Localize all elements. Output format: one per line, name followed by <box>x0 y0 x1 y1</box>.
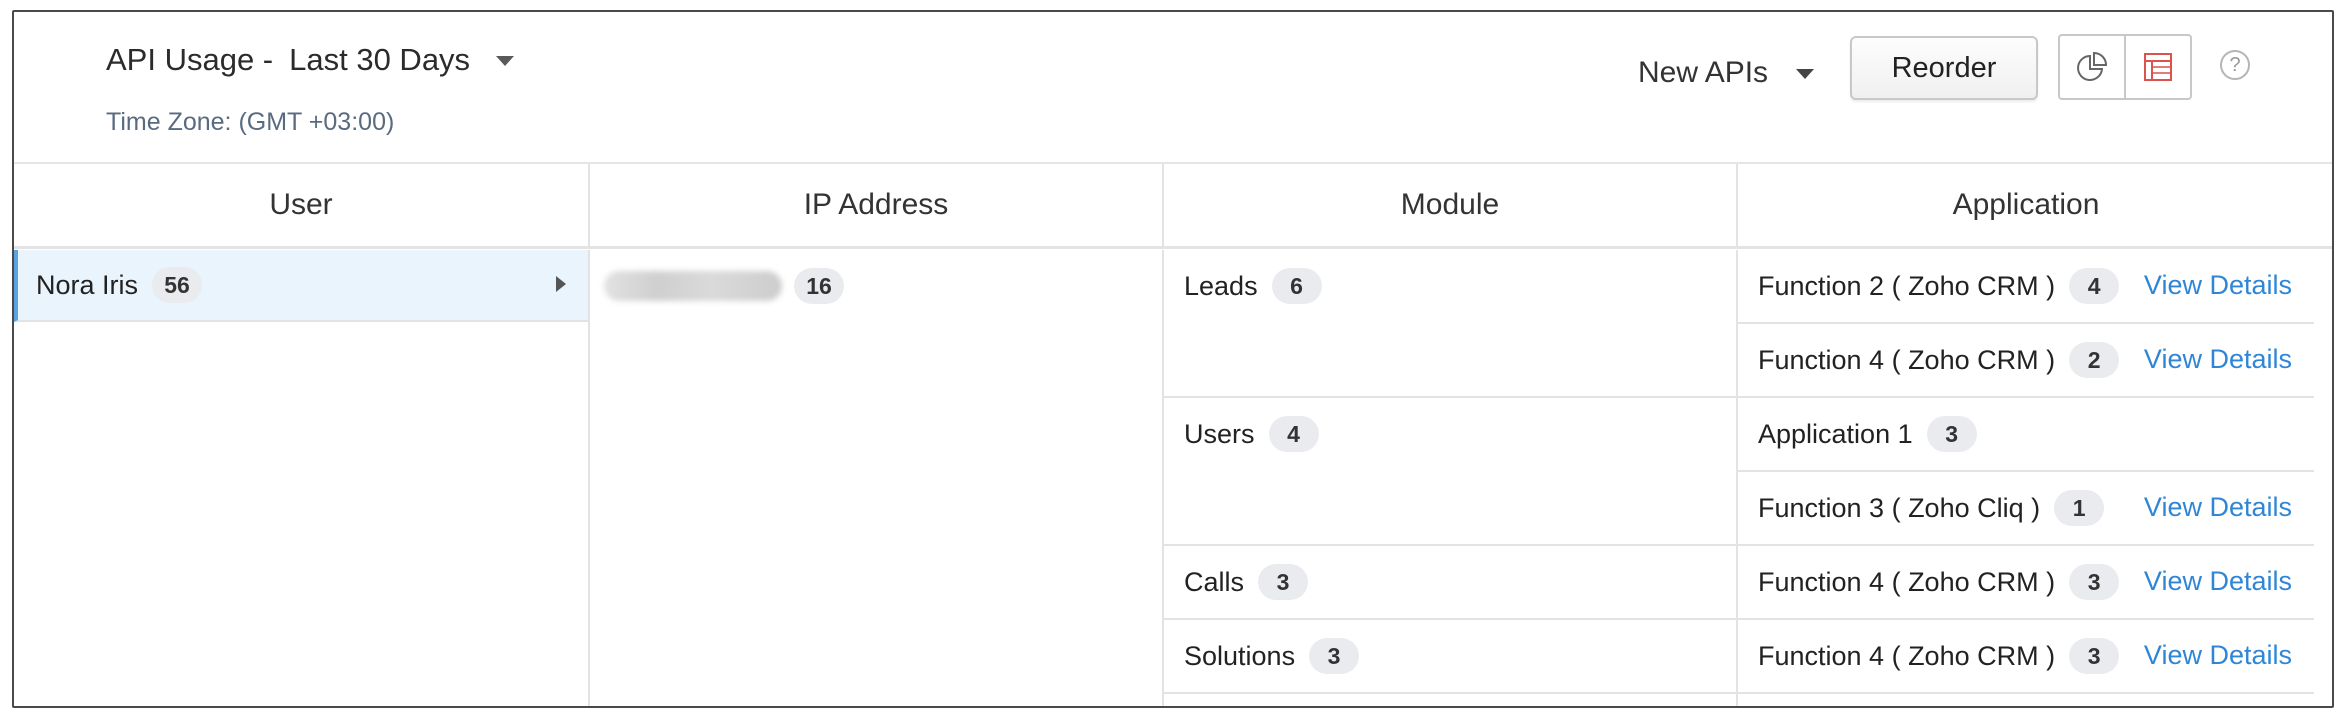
column-header-user: User <box>269 188 333 221</box>
api-filter-label: New APIs <box>1638 56 1769 89</box>
application-count-badge: 3 <box>2069 564 2120 600</box>
application-row: Application 1 3 <box>1738 398 2314 472</box>
table-view-button[interactable] <box>2124 36 2190 98</box>
view-details-link[interactable]: View Details <box>2144 492 2292 523</box>
application-name: Function 4 ( Zoho CRM ) <box>1758 566 2056 597</box>
period-dropdown[interactable]: Last 30 Days <box>289 42 470 78</box>
view-details-link[interactable]: View Details <box>2144 566 2292 597</box>
application-row: Function 4 ( Zoho CRM ) 3 View Details <box>1738 546 2314 620</box>
ip-column: 16 <box>588 250 1162 706</box>
pie-chart-icon <box>2077 51 2108 81</box>
view-details-link[interactable]: View Details <box>2144 270 2292 301</box>
api-usage-panel: API Usage - Last 30 Days Time Zone: (GMT… <box>12 10 2334 708</box>
application-name: Function 4 ( Zoho CRM ) <box>1758 640 2056 671</box>
application-count-badge: 4 <box>2069 268 2120 304</box>
application-row: Function 4 ( Zoho CRM ) 3 View Details <box>1738 620 2314 694</box>
application-count-badge: 2 <box>2069 342 2120 378</box>
caret-right-icon <box>556 276 566 292</box>
application-row: Function 4 ( Zoho CRM ) 2 View Details <box>1738 324 2314 398</box>
column-header-ip-address: IP Address <box>588 164 1162 246</box>
application-row: Function 3 ( Zoho Cliq ) 1 View Details <box>1738 472 2314 546</box>
view-toggle <box>2058 34 2192 100</box>
application-count-badge: 3 <box>2069 638 2120 674</box>
table-icon <box>2144 53 2172 81</box>
page-title: API Usage - <box>106 42 274 77</box>
application-name: Function 3 ( Zoho Cliq ) <box>1758 492 2041 523</box>
ip-row[interactable]: 16 <box>590 250 1162 322</box>
column-header-module: Module <box>1162 164 1736 246</box>
module-count-badge: 6 <box>1271 268 1322 304</box>
module-column: Leads 6 Users 4 Calls 3 Solutions 3 <box>1162 250 1736 706</box>
module-name: Users <box>1184 419 1255 449</box>
timezone-label: Time Zone: (GMT +03:00) <box>106 108 395 136</box>
help-icon[interactable]: ? <box>2220 50 2250 80</box>
user-column: Nora Iris 56 <box>14 250 588 706</box>
module-row: Calls 3 <box>1164 546 1736 620</box>
module-count-badge: 3 <box>1309 638 1360 674</box>
application-row: Function 2 ( Zoho CRM ) 4 View Details <box>1738 250 2314 324</box>
panel-header: API Usage - Last 30 Days Time Zone: (GMT… <box>14 12 2332 164</box>
application-name: Function 2 ( Zoho CRM ) <box>1758 270 2056 301</box>
user-name: Nora Iris <box>36 269 139 300</box>
column-header-application: Application <box>1736 164 2314 246</box>
chart-view-button[interactable] <box>2060 36 2124 98</box>
module-row: Leads 6 <box>1164 250 1736 398</box>
table-header: User IP Address Module Application <box>14 164 2332 249</box>
user-row[interactable]: Nora Iris 56 <box>14 250 588 322</box>
application-name: Application 1 <box>1758 418 1913 449</box>
application-column: Function 2 ( Zoho CRM ) 4 View Details F… <box>1736 250 2314 706</box>
view-details-link[interactable]: View Details <box>2144 344 2292 375</box>
module-count-badge: 3 <box>1258 564 1309 600</box>
ip-address-redacted <box>604 271 782 301</box>
application-name: Function 4 ( Zoho CRM ) <box>1758 344 2056 375</box>
user-count-badge: 56 <box>152 267 203 303</box>
view-details-link[interactable]: View Details <box>2144 640 2292 671</box>
api-filter-dropdown[interactable]: New APIs <box>1638 56 1815 90</box>
module-name: Solutions <box>1184 641 1296 671</box>
module-row: Users 4 <box>1164 398 1736 546</box>
application-count-badge: 3 <box>1926 416 1977 452</box>
period-chevron-down-icon[interactable] <box>496 56 515 66</box>
title-row: API Usage - Last 30 Days <box>106 42 515 78</box>
table-body: Nora Iris 56 16 Leads 6 Users 4 Calls 3 <box>14 250 2332 706</box>
reorder-button[interactable]: Reorder <box>1850 36 2038 100</box>
ip-count-badge: 16 <box>794 268 844 304</box>
module-count-badge: 4 <box>1268 416 1319 452</box>
api-filter-chevron-down-icon <box>1796 69 1815 79</box>
module-name: Leads <box>1184 271 1258 301</box>
module-name: Calls <box>1184 567 1245 597</box>
module-row: Solutions 3 <box>1164 620 1736 694</box>
application-count-badge: 1 <box>2054 490 2105 526</box>
